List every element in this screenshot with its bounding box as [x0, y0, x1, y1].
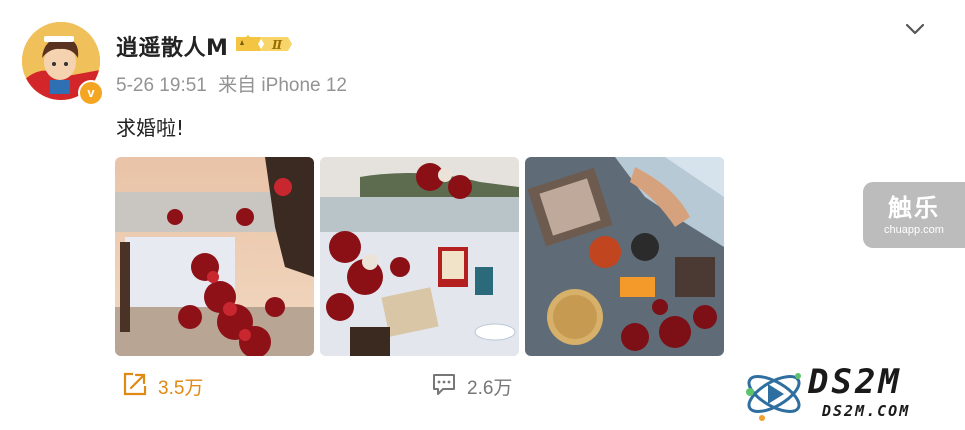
ds2m-watermark-url: DS2M.COM	[822, 402, 911, 420]
chuapp-watermark-title: 触乐	[888, 194, 940, 222]
post-image-3[interactable]	[525, 157, 724, 356]
level-badge[interactable]: Ⅱ	[234, 33, 292, 55]
chuapp-watermark: 触乐 chuapp.com	[863, 182, 965, 248]
repost-icon	[122, 371, 148, 401]
post-text: 求婚啦!	[116, 116, 185, 140]
comment-button[interactable]: 2.6万	[431, 373, 512, 399]
ds2m-watermark-title: DS2M	[808, 362, 902, 402]
post-meta: 5-26 19:51 来自 iPhone 12	[116, 70, 353, 97]
post-timestamp[interactable]: 5-26 19:51	[116, 75, 207, 96]
verified-badge: v	[78, 80, 104, 106]
repost-count: 3.5万	[158, 377, 204, 399]
post-source: 来自 iPhone 12	[218, 75, 347, 96]
comment-count: 2.6万	[467, 377, 513, 399]
post-image-1[interactable]	[115, 157, 314, 356]
comment-icon	[431, 371, 457, 401]
repost-button[interactable]: 3.5万	[122, 371, 204, 401]
level-badge-text: Ⅱ	[271, 38, 283, 52]
chevron-down-icon[interactable]	[904, 18, 926, 40]
ds2m-logo-icon	[746, 373, 801, 421]
username[interactable]: 逍遥散人M	[116, 30, 228, 62]
chuapp-watermark-url: chuapp.com	[884, 224, 944, 236]
ds2m-watermark: DS2M DS2M.COM	[742, 362, 960, 426]
user-avatar[interactable]: v	[22, 22, 104, 106]
post-image-2[interactable]	[320, 157, 519, 356]
